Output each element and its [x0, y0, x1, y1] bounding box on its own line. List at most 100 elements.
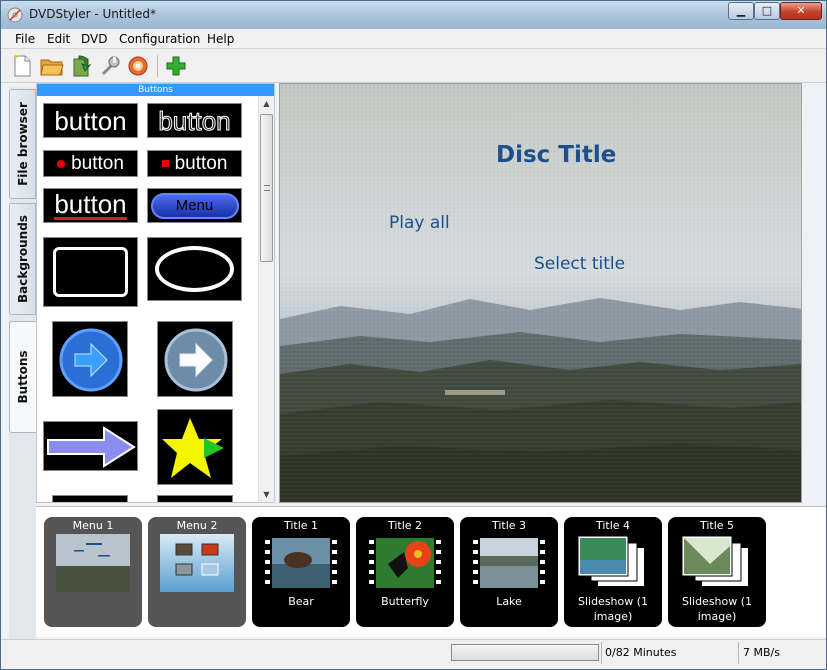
gallery-grey-arrow-button[interactable]	[157, 321, 233, 397]
title-thumb[interactable]: Title 4 Slideshow (1 image)	[564, 517, 662, 627]
thumb-label: Menu 2	[176, 519, 218, 532]
panel-header: Buttons	[37, 84, 274, 96]
rect-frame-shape	[53, 247, 128, 297]
square-icon	[161, 160, 169, 167]
tab-buttons-label: Buttons	[16, 350, 30, 404]
toolbar	[1, 49, 826, 83]
thumb-label: Title 1	[283, 519, 319, 532]
minutes-status: 0/82 Minutes	[605, 646, 677, 659]
thumb-caption: Butterfly	[381, 595, 429, 608]
arrow-right-icon	[59, 328, 123, 392]
tab-backgrounds-label: Backgrounds	[15, 215, 30, 303]
scroll-down-arrow[interactable]: ▼	[259, 487, 274, 502]
menu-help[interactable]: Help	[207, 32, 234, 46]
save-button[interactable]	[69, 53, 95, 79]
tab-backgrounds[interactable]: Backgrounds	[9, 203, 36, 315]
gallery-dot-button-label: button	[71, 152, 124, 174]
title-thumb[interactable]: Title 3 Lake	[460, 517, 558, 627]
open-button[interactable]	[39, 53, 65, 79]
menu-preview-canvas[interactable]: Disc Title Play all Select title	[279, 83, 802, 503]
menu-bar: File Edit DVD Configuration Help	[1, 29, 826, 49]
new-icon	[13, 55, 31, 77]
menu-configuration[interactable]: Configuration	[119, 32, 200, 46]
gallery-outline-button-label: button	[158, 105, 231, 136]
gallery-long-arrow[interactable]	[43, 421, 138, 471]
add-button[interactable]	[163, 53, 189, 79]
menu-thumb[interactable]: Menu 1	[44, 517, 142, 627]
gallery-oval-frame[interactable]	[147, 237, 242, 301]
button-gallery: button button button button button Menu	[37, 96, 258, 502]
status-separator	[601, 642, 602, 664]
menu-dvd[interactable]: DVD	[81, 32, 107, 46]
thumb-label: Title 5	[699, 519, 735, 532]
film-thumbnail-lake	[472, 534, 546, 592]
disc-title-text[interactable]: Disc Title	[496, 142, 616, 168]
title-thumb[interactable]: Title 2 Butterfly	[356, 517, 454, 627]
gallery-outline-button[interactable]: button	[147, 103, 242, 138]
oval-frame-shape	[155, 246, 234, 292]
pill-shape: Menu	[150, 192, 239, 219]
menu-thumb[interactable]: Menu 2	[148, 517, 246, 627]
gallery-square-button-label: button	[174, 152, 228, 174]
app-window: DVDStyler - Untitled* ▁ □ ✕ File Edit DV…	[0, 0, 827, 670]
status-separator	[738, 642, 739, 664]
title-thumb[interactable]: Title 1 Bear	[252, 517, 350, 627]
titleset-bar: Menu 1 Menu 2 Title 1 Bear Title 2 Butte…	[36, 506, 826, 637]
scroll-thumb[interactable]	[260, 114, 273, 262]
slideshow-thumbnail	[680, 534, 754, 592]
gallery-blue-arrow-button[interactable]	[52, 321, 128, 397]
gallery-scrollbar[interactable]: ▲ ▼	[258, 96, 274, 502]
gallery-star-button[interactable]	[157, 409, 233, 485]
star-icon	[162, 418, 224, 478]
thumb-caption: Lake	[496, 595, 522, 608]
status-bar: 0/82 Minutes 7 MB/s	[1, 639, 826, 669]
toolbar-separator	[157, 55, 158, 77]
thumb-caption: Bear	[288, 595, 314, 608]
menu-file[interactable]: File	[15, 32, 35, 46]
tab-file-browser[interactable]: File browser	[9, 89, 36, 199]
buttons-panel: Buttons button button button button butt…	[36, 83, 275, 503]
minimize-button[interactable]: ▁	[728, 2, 754, 20]
gallery-partial-item[interactable]	[157, 495, 233, 502]
close-button[interactable]: ✕	[780, 2, 822, 20]
film-thumbnail-butterfly	[368, 534, 442, 592]
select-title-button[interactable]: Select title	[534, 254, 625, 274]
menu-thumbnail-image	[160, 534, 234, 592]
burn-button[interactable]	[125, 53, 151, 79]
arrow-right-icon	[164, 328, 228, 392]
thumb-label: Menu 1	[72, 519, 114, 532]
gallery-underline-button-label: button	[54, 189, 127, 220]
gallery-square-button[interactable]: button	[147, 150, 242, 177]
thumb-label: Title 2	[387, 519, 423, 532]
add-icon	[166, 56, 186, 76]
tab-file-browser-label: File browser	[15, 102, 30, 186]
burn-icon	[128, 56, 148, 76]
dot-icon	[57, 159, 66, 168]
gallery-text-button[interactable]: button	[43, 103, 138, 138]
long-arrow-right-icon	[47, 426, 136, 468]
new-button[interactable]	[9, 53, 35, 79]
title-thumb[interactable]: Title 5 Slideshow (1 image)	[668, 517, 766, 627]
open-icon	[40, 59, 64, 76]
tab-buttons[interactable]: Buttons	[9, 321, 36, 433]
maximize-button[interactable]: □	[754, 2, 780, 20]
gallery-pill-button[interactable]: Menu	[147, 188, 242, 223]
gallery-dot-button[interactable]: button	[43, 150, 138, 177]
settings-icon	[101, 56, 120, 76]
gallery-underline-button[interactable]: button	[43, 188, 138, 223]
title-bar[interactable]: DVDStyler - Untitled* ▁ □ ✕	[1, 1, 826, 29]
slideshow-thumbnail	[576, 534, 650, 592]
menu-edit[interactable]: Edit	[47, 32, 70, 46]
thumb-caption: Slideshow (1 image)	[577, 595, 649, 623]
play-all-button[interactable]: Play all	[389, 213, 450, 233]
settings-button[interactable]	[97, 53, 123, 79]
scroll-up-arrow[interactable]: ▲	[259, 96, 274, 111]
film-thumbnail-bear	[264, 534, 338, 592]
app-icon	[7, 7, 23, 23]
thumb-label: Title 4	[595, 519, 631, 532]
gallery-pill-button-label: Menu	[175, 197, 214, 214]
gallery-partial-item[interactable]	[52, 495, 128, 502]
window-title: DVDStyler - Untitled*	[29, 7, 156, 21]
menu-thumbnail-image	[56, 534, 130, 592]
gallery-rect-frame[interactable]	[43, 237, 138, 307]
